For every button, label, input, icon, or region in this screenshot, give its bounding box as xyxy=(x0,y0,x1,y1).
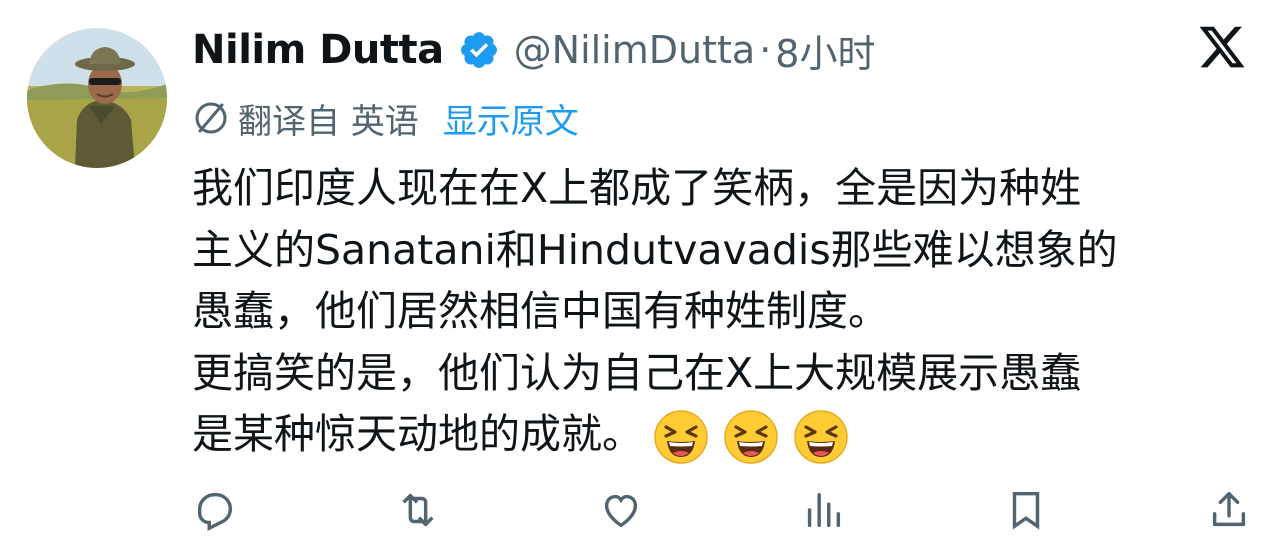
tweet-text-last-segment: 是某种惊天动地的成就。 xyxy=(192,410,643,458)
translation-notice: 翻译自 英语 显示原文 xyxy=(192,94,579,142)
verified-badge-icon xyxy=(458,29,500,71)
grinning-squinting-face-emoji xyxy=(723,409,779,465)
dot-separator: · xyxy=(759,28,772,72)
views-button[interactable] xyxy=(800,487,846,541)
share-button[interactable] xyxy=(1206,487,1252,541)
display-name[interactable]: Nilim Dutta xyxy=(192,27,444,73)
user-handle[interactable]: @NilimDutta xyxy=(514,28,756,72)
tweet-action-bar xyxy=(192,491,1252,534)
tweet-header: Nilim Dutta @NilimDutta · 8小时 xyxy=(192,22,875,78)
avatar-photo xyxy=(27,28,167,168)
tweet-text-line: 愚蠢，他们居然相信中国有种姓制度。 xyxy=(192,287,889,335)
translated-from-label: 翻译自 英语 xyxy=(238,101,419,142)
reply-icon xyxy=(192,487,238,541)
timestamp[interactable]: 8小时 xyxy=(775,23,875,78)
tweet-text-line: 是某种惊天动地的成就。 xyxy=(192,404,1252,466)
tweet-text: 我们印度人现在在X上都成了笑柄，全是因为种姓 主义的Sanatani和Hindu… xyxy=(192,158,1252,466)
x-logo-icon xyxy=(1196,22,1248,72)
show-original-link[interactable]: 显示原文 xyxy=(443,94,579,143)
retweet-button[interactable] xyxy=(395,487,441,541)
tweet-text-line: 我们印度人现在在X上都成了笑柄，全是因为种姓 xyxy=(192,164,1082,212)
retweet-icon xyxy=(395,487,441,541)
tweet-text-line: 更搞笑的是，他们认为自己在X上大规模展示愚蠢 xyxy=(192,348,1082,397)
views-icon xyxy=(800,487,846,541)
bookmark-icon xyxy=(1003,487,1049,541)
grinning-squinting-face-emoji xyxy=(793,409,849,465)
share-icon xyxy=(1206,487,1252,541)
emoji-group xyxy=(653,409,849,465)
bookmark-button[interactable] xyxy=(1003,487,1049,541)
translate-globe-icon xyxy=(192,99,230,137)
reply-button[interactable] xyxy=(192,487,238,541)
like-button[interactable] xyxy=(598,487,644,541)
heart-icon xyxy=(598,487,644,541)
grinning-squinting-face-emoji xyxy=(653,409,709,465)
avatar[interactable] xyxy=(27,28,167,168)
tweet-text-line: 主义的Sanatani和Hindutvavadis那些难以想象的 xyxy=(192,225,1118,274)
